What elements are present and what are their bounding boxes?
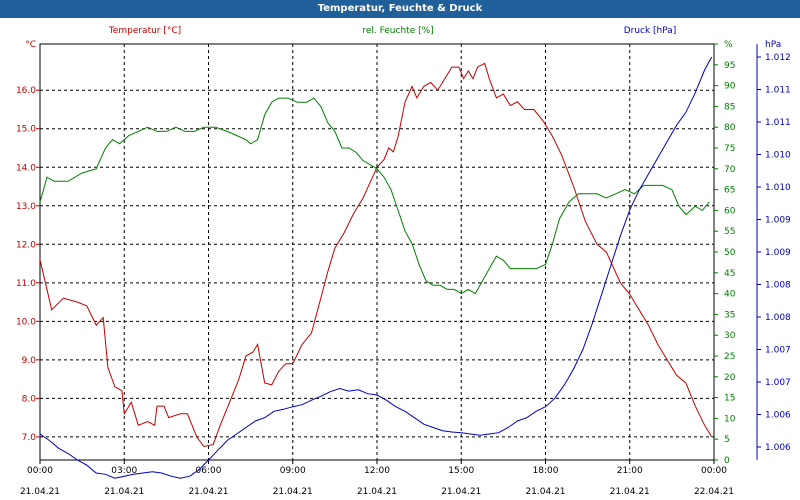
chart-title: Temperatur, Feuchte & Druck bbox=[317, 3, 483, 14]
x-tick-label-date: 21.04.21 bbox=[188, 487, 228, 497]
pressure-tick-label: 1.006 bbox=[765, 443, 791, 453]
humidity-tick-label: 70 bbox=[724, 165, 736, 175]
x-tick-label-time: 21:00 bbox=[617, 466, 643, 476]
humidity-tick-label: 35 bbox=[724, 310, 735, 320]
pressure-unit-label: hPa bbox=[765, 40, 781, 50]
humidity-tick-label: 45 bbox=[724, 269, 735, 279]
temp-unit-label: °C bbox=[25, 40, 36, 50]
pressure-tick-label: 1.008 bbox=[765, 281, 791, 291]
humidity-tick-label: 10 bbox=[724, 414, 736, 424]
humidity-tick-label: 75 bbox=[724, 144, 735, 154]
humidity-tick-label: 20 bbox=[724, 373, 736, 383]
temp-tick-label: 7.0 bbox=[22, 433, 37, 443]
temp-tick-label: 13.0 bbox=[16, 202, 36, 212]
x-tick-label-time: 09:00 bbox=[280, 466, 306, 476]
pressure-tick-label: 1.007 bbox=[765, 378, 791, 388]
pressure-tick-label: 1.011 bbox=[765, 118, 791, 128]
humidity-tick-label: 95 bbox=[724, 61, 735, 71]
x-tick-label-date: 21.04.21 bbox=[273, 487, 313, 497]
humidity-tick-label: 90 bbox=[724, 82, 736, 92]
humidity-tick-label: 80 bbox=[724, 123, 736, 133]
chart-canvas: 00:0021.04.2103:0021.04.2106:0021.04.210… bbox=[16, 26, 791, 497]
humidity-tick-label: 65 bbox=[724, 186, 735, 196]
temp-tick-label: 15.0 bbox=[16, 125, 36, 135]
x-tick-label-date: 21.04.21 bbox=[357, 487, 397, 497]
x-tick-label-time: 18:00 bbox=[533, 466, 559, 476]
temp-tick-label: 12.0 bbox=[16, 240, 36, 250]
temp-tick-label: 9.0 bbox=[22, 356, 37, 366]
series-name-label: Druck [hPa] bbox=[624, 26, 677, 36]
humidity-tick-label: 60 bbox=[724, 206, 736, 216]
humidity-tick-label: 5 bbox=[724, 435, 730, 445]
pressure-tick-label: 1.009 bbox=[765, 248, 791, 258]
x-tick-label-time: 15:00 bbox=[448, 466, 474, 476]
humidity-tick-label: % bbox=[724, 40, 733, 50]
pressure-tick-label: 1.012 bbox=[765, 53, 791, 63]
pressure-tick-label: 1.006 bbox=[765, 411, 791, 421]
x-tick-label-date: 21.04.21 bbox=[20, 487, 60, 497]
temp-tick-label: 11.0 bbox=[16, 279, 36, 289]
x-tick-label-date: 21.04.21 bbox=[525, 487, 565, 497]
pressure-tick-label: 1.009 bbox=[765, 216, 791, 226]
humidity-tick-label: 0 bbox=[724, 456, 730, 466]
x-tick-label-time: 06:00 bbox=[196, 466, 222, 476]
series-name-label: rel. Feuchte [%] bbox=[362, 26, 433, 36]
temp-tick-label: 8.0 bbox=[22, 394, 37, 404]
x-tick-label-date: 22.04.21 bbox=[694, 487, 734, 497]
chart-title-bar: Temperatur, Feuchte & Druck bbox=[0, 0, 800, 18]
x-tick-label-time: 00:00 bbox=[27, 466, 53, 476]
pressure-tick-label: 1.011 bbox=[765, 86, 791, 96]
humidity-tick-label: 30 bbox=[724, 331, 736, 341]
series-name-label: Temperatur [°C] bbox=[108, 26, 181, 36]
pressure-tick-label: 1.008 bbox=[765, 313, 791, 323]
humidity-tick-label: 50 bbox=[724, 248, 736, 258]
humidity-tick-label: 85 bbox=[724, 102, 735, 112]
humidity-tick-label: 15 bbox=[724, 394, 735, 404]
x-tick-label-date: 21.04.21 bbox=[441, 487, 481, 497]
pressure-tick-label: 1.010 bbox=[765, 151, 791, 161]
x-tick-label-date: 21.04.21 bbox=[610, 487, 650, 497]
temp-tick-label: 14.0 bbox=[16, 163, 36, 173]
temp-tick-label: 10.0 bbox=[16, 317, 36, 327]
x-tick-label-time: 00:00 bbox=[701, 466, 727, 476]
x-tick-label-time: 12:00 bbox=[364, 466, 390, 476]
pressure-tick-label: 1.010 bbox=[765, 183, 791, 193]
humidity-tick-label: 25 bbox=[724, 352, 735, 362]
x-tick-label-date: 21.04.21 bbox=[104, 487, 144, 497]
temp-tick-label: 16.0 bbox=[16, 86, 36, 96]
humidity-tick-label: 55 bbox=[724, 227, 735, 237]
pressure-tick-label: 1.007 bbox=[765, 346, 791, 356]
humidity-tick-label: 40 bbox=[724, 290, 736, 300]
